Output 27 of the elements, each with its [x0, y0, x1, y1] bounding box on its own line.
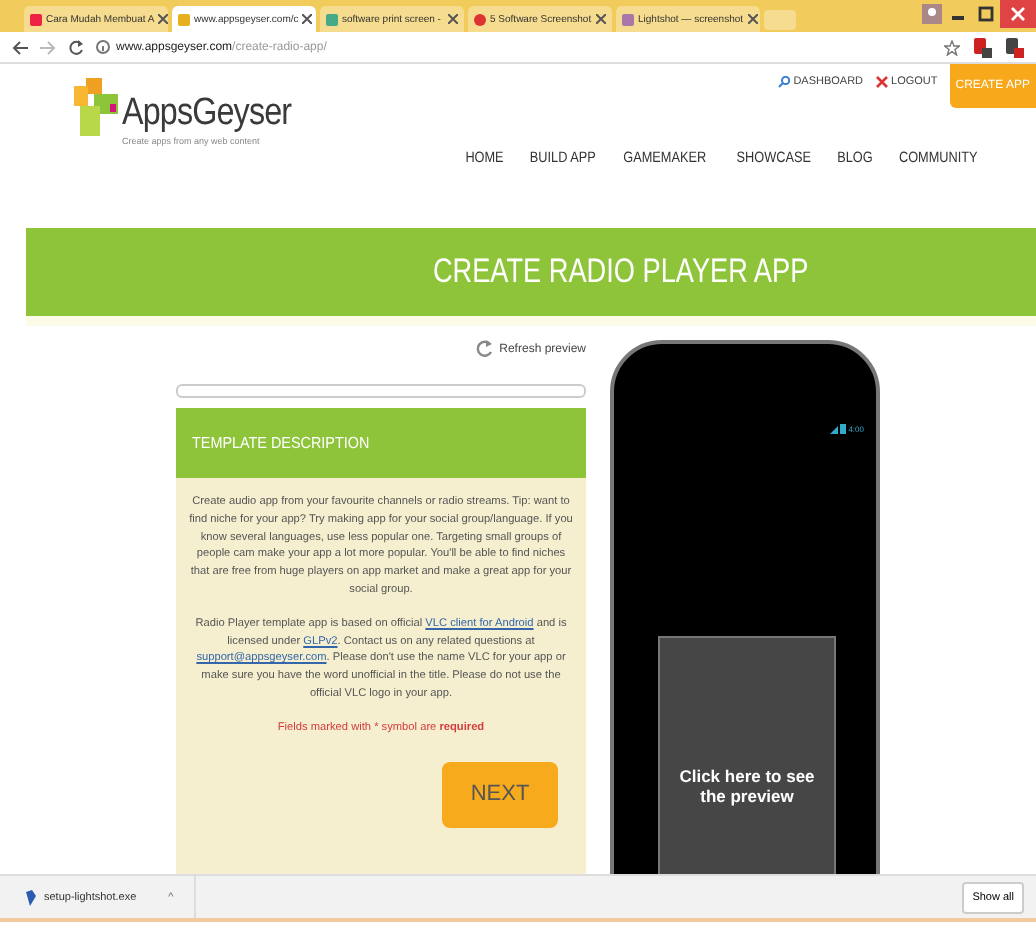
favicon-icon [178, 13, 190, 25]
back-icon[interactable] [12, 39, 28, 55]
close-icon[interactable] [747, 14, 758, 24]
close-icon[interactable] [596, 14, 606, 24]
close-icon[interactable] [302, 14, 313, 24]
favicon-icon [622, 13, 634, 25]
battery-icon [840, 424, 847, 434]
refresh-icon [475, 338, 494, 360]
panel-title: TEMPLATE DESCRIPTION [192, 434, 370, 452]
favicon-icon [474, 13, 486, 25]
signal-icon [830, 425, 839, 433]
extension-icon[interactable] [1004, 37, 1024, 57]
site-logo[interactable]: AppsGeyser [122, 92, 292, 136]
close-icon[interactable] [1000, 0, 1036, 28]
favicon-icon [30, 13, 42, 25]
next-button[interactable]: NEXT [442, 761, 558, 828]
page-title: CREATE RADIO PLAYER APP [433, 252, 809, 292]
reload-icon[interactable] [68, 39, 84, 55]
info-icon[interactable] [96, 40, 110, 54]
close-icon[interactable] [448, 14, 458, 24]
cross-icon [875, 76, 888, 88]
star-icon[interactable] [944, 39, 960, 55]
search-icon [777, 76, 790, 88]
extension-icon[interactable] [972, 37, 992, 57]
favicon-icon [326, 13, 338, 25]
close-icon[interactable] [158, 14, 168, 24]
preview-button[interactable]: Click here to see the preview [658, 636, 836, 874]
